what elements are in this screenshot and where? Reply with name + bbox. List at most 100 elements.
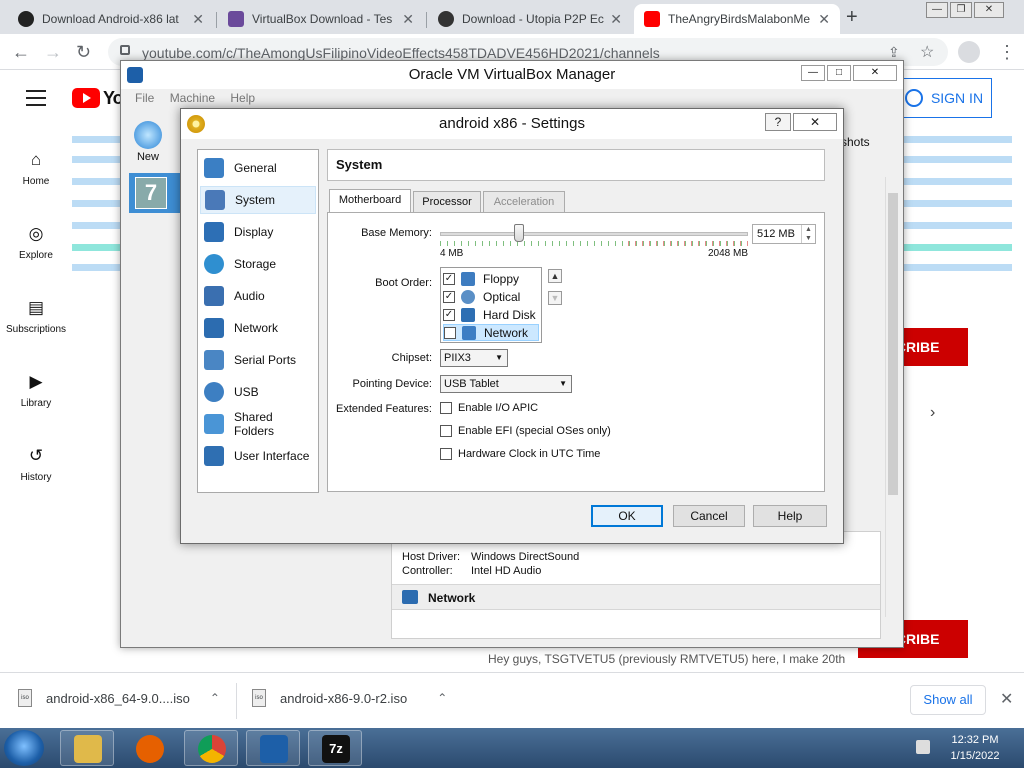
menu-icon[interactable]: ⋮ [998, 42, 1016, 63]
nav-home[interactable]: ⌂ Home [0, 150, 72, 187]
base-memory-slider[interactable] [440, 232, 748, 236]
io-apic-checkbox[interactable] [440, 402, 452, 414]
tab-close-icon[interactable]: ✕ [818, 11, 830, 28]
sign-in-button[interactable]: SIGN IN [896, 78, 992, 118]
minimize-icon[interactable]: — [926, 2, 948, 18]
nav-library[interactable]: ▶ Library [0, 372, 72, 409]
taskbar-virtualbox[interactable] [246, 730, 300, 766]
chevron-right-icon[interactable]: › [930, 404, 935, 422]
restore-icon[interactable]: ❐ [950, 2, 972, 18]
menu-file[interactable]: File [135, 91, 154, 105]
nav-history[interactable]: ↺ History [0, 446, 72, 483]
minimize-icon[interactable]: — [801, 65, 825, 81]
address-url[interactable]: youtube.com/c/TheAmongUsFilipinoVideoEff… [142, 45, 660, 61]
vm-list-item-selected[interactable]: 7 [129, 173, 185, 213]
page-title: System [327, 149, 825, 181]
boot-network-checkbox[interactable] [444, 326, 456, 339]
history-icon: ↺ [28, 446, 44, 465]
boot-floppy-checkbox[interactable]: ✓ [443, 272, 455, 285]
ok-button[interactable]: OK [591, 505, 663, 527]
dialog-close-button[interactable]: ✕ [793, 113, 837, 131]
network-section-header[interactable]: Network [392, 584, 880, 610]
virtualbox-icon [260, 735, 288, 763]
boot-optical-checkbox[interactable]: ✓ [443, 290, 455, 303]
taskbar-clock[interactable]: 12:32 PM 1/15/2022 [940, 732, 1010, 764]
chevron-up-icon[interactable]: ⌃ [210, 691, 220, 705]
category-storage[interactable]: Storage [200, 250, 316, 278]
boot-order-list[interactable]: ✓ Floppy ✓ Optical ✓ Hard Disk Network [440, 267, 542, 343]
category-user-interface[interactable]: User Interface [200, 442, 316, 470]
taskbar-explorer[interactable] [60, 730, 114, 766]
utc-clock-checkbox[interactable] [440, 448, 452, 460]
slider-thumb[interactable] [514, 224, 524, 242]
boot-item-optical[interactable]: ✓ Optical [443, 288, 539, 305]
download-item[interactable]: iso android-x86-9.0-r2.iso ⌃ [252, 689, 447, 707]
boot-item-hard-disk[interactable]: ✓ Hard Disk [443, 306, 539, 323]
hamburger-menu-icon[interactable] [26, 90, 46, 106]
snapshots-tab[interactable]: shots [841, 135, 870, 149]
show-all-button[interactable]: Show all [910, 685, 986, 715]
tab-close-icon[interactable]: ✕ [192, 11, 204, 28]
profile-icon[interactable] [958, 41, 980, 63]
maximize-icon[interactable]: □ [827, 65, 851, 81]
category-usb[interactable]: USB [200, 378, 316, 406]
youtube-logo-icon[interactable] [72, 88, 100, 108]
browser-tab-4-active[interactable]: TheAngryBirdsMalabonMe ✕ [634, 4, 840, 34]
efi-option[interactable]: Enable EFI (special OSes only) [440, 425, 611, 437]
pointing-device-select[interactable]: USB Tablet ▼ [440, 375, 572, 393]
chevron-up-icon[interactable]: ⌃ [437, 691, 447, 705]
tab-close-icon[interactable]: ✕ [402, 11, 414, 28]
boot-item-network[interactable]: Network [443, 324, 539, 341]
start-button[interactable] [4, 730, 44, 766]
menu-help[interactable]: Help [230, 91, 255, 105]
spin-arrows-icon[interactable]: ▲ ▼ [801, 225, 815, 243]
category-display[interactable]: Display [200, 218, 316, 246]
close-icon[interactable]: ✕ [853, 65, 897, 81]
star-icon[interactable]: ☆ [920, 42, 934, 62]
category-shared-folders[interactable]: Shared Folders [200, 410, 316, 438]
cancel-button[interactable]: Cancel [673, 505, 745, 527]
memory-max-label: 2048 MB [707, 248, 748, 259]
boot-hard-disk-checkbox[interactable]: ✓ [443, 308, 455, 321]
new-tab-button[interactable]: + [846, 6, 858, 29]
category-system[interactable]: System [200, 186, 316, 214]
move-up-button[interactable]: ▲ [548, 269, 562, 283]
browser-tab-1[interactable]: Download Android-x86 lat ✕ [8, 4, 214, 34]
nav-explore[interactable]: ◎ Explore [0, 224, 72, 261]
tab-processor[interactable]: Processor [413, 191, 481, 213]
browser-tab-2[interactable]: VirtualBox Download - Tes ✕ [218, 4, 424, 34]
category-network[interactable]: Network [200, 314, 316, 342]
base-memory-spinbox[interactable]: 512 MB ▲ ▼ [752, 224, 816, 244]
tab-motherboard[interactable]: Motherboard [329, 189, 411, 213]
close-icon[interactable]: ✕ [974, 2, 1004, 18]
utc-clock-option[interactable]: Hardware Clock in UTC Time [440, 448, 600, 460]
share-icon[interactable]: ⇪ [888, 44, 900, 61]
help-titlebar-button[interactable]: ? [765, 113, 791, 131]
menu-machine[interactable]: Machine [170, 91, 215, 105]
nav-subscriptions[interactable]: ▤ Subscriptions [0, 298, 72, 335]
category-general[interactable]: General [200, 154, 316, 182]
taskbar-7zip[interactable]: 7z [308, 730, 362, 766]
browser-tab-3[interactable]: Download - Utopia P2P Ec ✕ [428, 4, 632, 34]
scrollbar-thumb[interactable] [888, 193, 898, 495]
category-audio[interactable]: Audio [200, 282, 316, 310]
taskbar-firefox[interactable] [122, 730, 176, 766]
new-vm-label: New [136, 151, 159, 163]
taskbar-chrome[interactable] [184, 730, 238, 766]
forward-icon[interactable]: → [44, 42, 62, 63]
details-scrollbar[interactable] [885, 177, 899, 617]
download-item[interactable]: iso android-x86_64-9.0....iso ⌃ [18, 689, 220, 707]
reload-icon[interactable]: ↻ [76, 42, 91, 63]
tray-network-icon[interactable] [916, 740, 930, 754]
boot-item-floppy[interactable]: ✓ Floppy [443, 270, 539, 287]
help-button[interactable]: Help [753, 505, 827, 527]
new-vm-button[interactable]: New [131, 121, 165, 163]
io-apic-option[interactable]: Enable I/O APIC [440, 402, 538, 414]
chipset-select[interactable]: PIIX3 ▼ [440, 349, 508, 367]
efi-checkbox[interactable] [440, 425, 452, 437]
close-shelf-icon[interactable]: ✕ [1000, 689, 1013, 709]
category-serial-ports[interactable]: Serial Ports [200, 346, 316, 374]
back-icon[interactable]: ← [12, 42, 30, 63]
vm-details-panel: Host Driver: Windows DirectSound Controll… [391, 531, 881, 639]
tab-close-icon[interactable]: ✕ [610, 11, 622, 28]
